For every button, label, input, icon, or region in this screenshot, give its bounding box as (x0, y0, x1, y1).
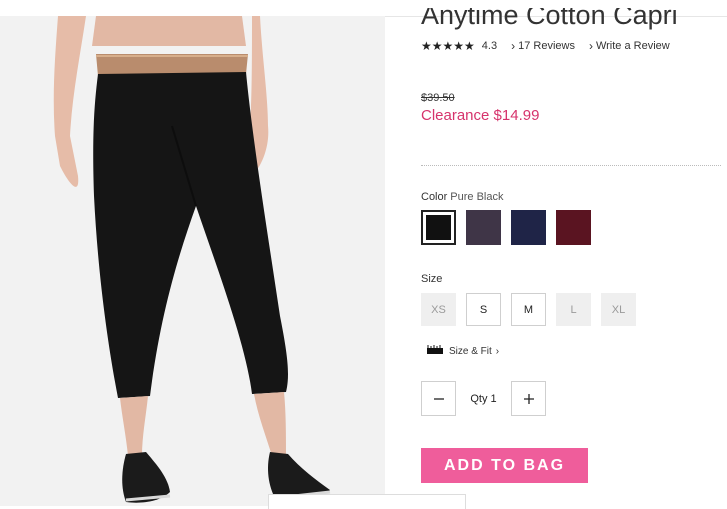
chevron-right-icon: › (511, 39, 516, 53)
color-swatches (421, 210, 601, 245)
color-label-text: Color (421, 191, 448, 203)
swatch-pure-black[interactable] (421, 210, 456, 245)
clearance-price: Clearance $14.99 (421, 107, 540, 124)
product-image (0, 16, 385, 506)
write-review-label: Write a Review (595, 40, 670, 52)
size-m[interactable]: M (511, 293, 546, 326)
swatch-purple[interactable] (466, 210, 501, 245)
decrease-quantity-button[interactable] (421, 381, 456, 416)
size-label: Size (421, 273, 443, 285)
swatch-navy[interactable] (511, 210, 546, 245)
reviews-label: 17 Reviews (518, 40, 575, 52)
add-to-bag-button[interactable]: ADD TO BAG (421, 448, 588, 483)
bottom-popup-tab[interactable] (268, 494, 466, 509)
size-fit-link[interactable]: Size & Fit › (427, 345, 499, 357)
rating-stars-icon: ★★★★★ (421, 39, 475, 53)
chevron-right-icon: › (495, 345, 500, 357)
size-l[interactable]: L (556, 293, 591, 326)
chevron-right-icon: › (588, 39, 593, 53)
reviews-link[interactable]: › 17 Reviews (511, 39, 575, 53)
size-fit-label: Size & Fit (449, 345, 492, 357)
minus-icon (433, 397, 444, 400)
plus-icon (523, 393, 534, 404)
size-xl[interactable]: XL (601, 293, 636, 326)
quantity-label: Qty (470, 392, 488, 405)
original-price: $39.50 (421, 92, 455, 104)
swatch-burgundy[interactable] (556, 210, 591, 245)
increase-quantity-button[interactable] (511, 381, 546, 416)
size-s[interactable]: S (466, 293, 501, 326)
quantity-value: 1 (490, 392, 497, 405)
size-xs[interactable]: XS (421, 293, 456, 326)
swatch-fill (426, 215, 451, 240)
rating-value: 4.3 (481, 40, 498, 52)
size-options: XS S M L XL (421, 293, 646, 326)
ruler-icon (427, 345, 443, 357)
divider (421, 165, 721, 166)
color-label: Color Pure Black (421, 191, 504, 203)
selected-color: Pure Black (450, 191, 504, 203)
rating-row: ★★★★★ 4.3 › 17 Reviews › Write a Review (421, 38, 670, 54)
quantity-display: Qty 1 (456, 393, 511, 405)
write-review-link[interactable]: › Write a Review (589, 39, 670, 53)
quantity-stepper: Qty 1 (421, 381, 546, 416)
